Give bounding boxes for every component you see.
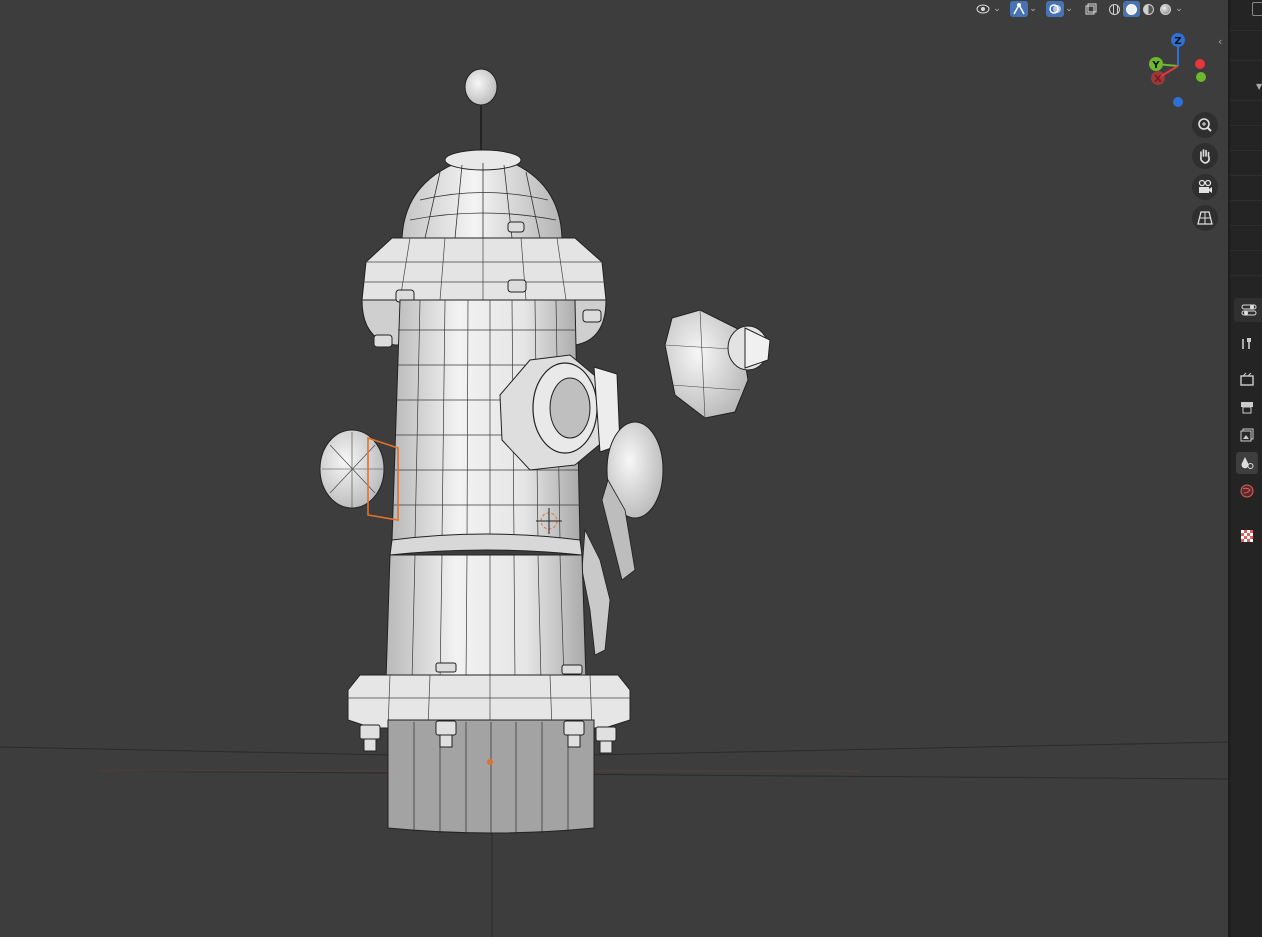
viewport-header: ⌄ ⌄ ⌄ ⌄ (974, 0, 1184, 18)
output-tab-icon[interactable] (1236, 396, 1258, 418)
gizmo-label-x: X (1154, 74, 1162, 85)
scene-render[interactable] (0, 0, 1228, 937)
gizmo-label-z: Z (1174, 36, 1181, 47)
panel-dropdown-icon[interactable]: ▼ (1256, 82, 1262, 91)
zoom-icon[interactable] (1192, 112, 1218, 138)
overlays-icon[interactable] (1046, 1, 1064, 17)
wireframe-shading-icon[interactable] (1106, 1, 1123, 17)
object-origin (487, 759, 493, 765)
top-knob (464, 68, 498, 106)
world-tab-icon[interactable] (1236, 480, 1258, 502)
waist-ring (389, 533, 583, 556)
chain (581, 528, 611, 656)
rendered-shading-icon[interactable] (1157, 1, 1174, 17)
visibility-icon[interactable] (974, 1, 992, 17)
material-preview-shading-icon[interactable] (1140, 1, 1157, 17)
gizmo-label-y: Y (1151, 60, 1160, 71)
properties-settings-icon[interactable] (1234, 298, 1262, 322)
tool-tab-icon[interactable] (1236, 333, 1258, 355)
gizmo-axis-neg-y (1196, 72, 1206, 82)
gizmo-dropdown-icon[interactable]: ⌄ (1028, 1, 1038, 17)
lower-barrel (385, 554, 587, 681)
scene-tab-icon[interactable] (1236, 452, 1258, 474)
gizmo-axis-neg-z (1173, 97, 1183, 107)
pan-hand-icon[interactable] (1192, 143, 1218, 169)
gizmo-toggle-icon[interactable] (1010, 1, 1028, 17)
overlays-dropdown-icon[interactable]: ⌄ (1064, 1, 1074, 17)
navigation-gizmo[interactable]: Z Y X (1140, 30, 1220, 110)
perspective-grid-icon[interactable] (1192, 205, 1218, 231)
editor-type-icon[interactable] (1252, 2, 1262, 16)
xray-toggle-icon[interactable] (1082, 1, 1100, 17)
detached-cap (664, 309, 771, 419)
view-layer-tab-icon[interactable] (1236, 424, 1258, 446)
gizmo-axis-neg-x (1195, 59, 1205, 69)
render-tab-icon[interactable] (1236, 368, 1258, 390)
shading-dropdown-icon[interactable]: ⌄ (1174, 1, 1184, 17)
properties-tab-bar: ▼ (1228, 0, 1262, 937)
camera-view-icon[interactable] (1192, 174, 1218, 200)
texture-tab-icon[interactable] (1236, 525, 1258, 547)
visibility-dropdown-icon[interactable]: ⌄ (992, 1, 1002, 17)
3d-viewport[interactable]: ⌄ ⌄ ⌄ ⌄ ‹ Z Y X (0, 0, 1228, 937)
solid-shading-icon[interactable] (1123, 1, 1140, 17)
